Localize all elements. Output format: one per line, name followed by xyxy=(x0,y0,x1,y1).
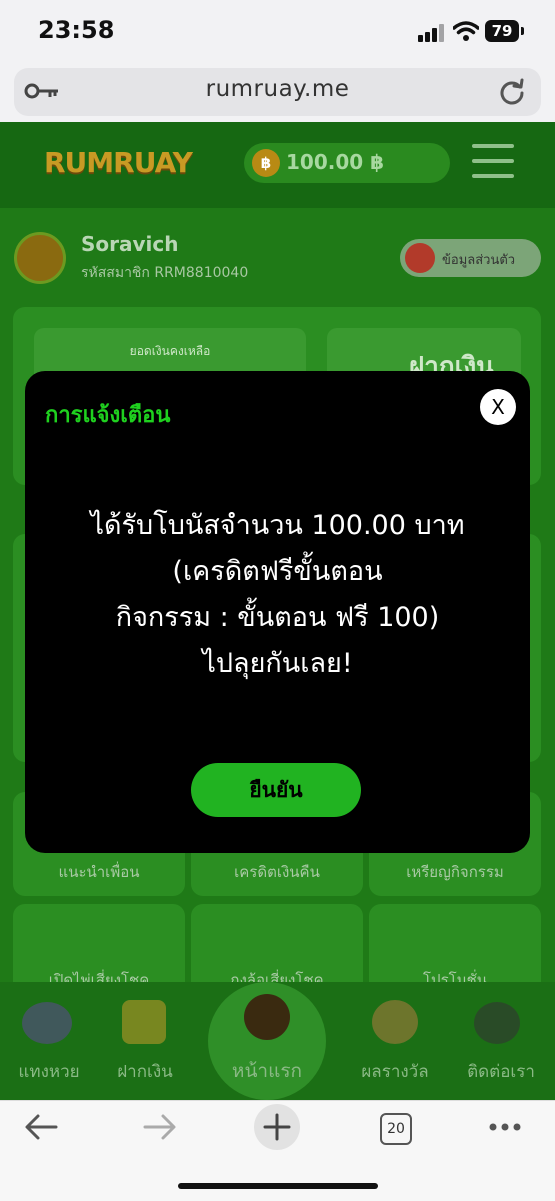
url-text[interactable]: rumruay.me xyxy=(0,76,555,102)
grid-label-coins: เหรียญกิจกรรม xyxy=(406,863,504,881)
trophy-icon xyxy=(372,1000,418,1044)
plus-icon xyxy=(263,1113,291,1141)
user-icon xyxy=(405,243,435,273)
more-options-icon[interactable] xyxy=(488,1122,522,1132)
nav-results[interactable]: ผลรางวัล xyxy=(340,1058,450,1085)
modal-title: การแจ้งเตือน xyxy=(45,403,171,428)
message-line: ไปลุยกันเลย! xyxy=(202,648,353,679)
hamburger-menu-icon[interactable] xyxy=(472,144,514,180)
message-line: (เครดิตฟรีขั้นตอน xyxy=(172,556,383,587)
message-line: ได้รับโบนัสจำนวน 100.00 บาท xyxy=(90,510,465,541)
modal-message: ได้รับโบนัสจำนวน 100.00 บาท (เครดิตฟรีขั… xyxy=(30,503,525,687)
deposit-nav-icon xyxy=(122,1000,166,1044)
wifi-icon xyxy=(453,21,479,41)
back-arrow-icon[interactable] xyxy=(24,1113,58,1141)
cellular-signal-icon xyxy=(418,24,446,42)
new-tab-button[interactable] xyxy=(254,1104,300,1150)
lottery-icon xyxy=(22,1002,72,1044)
status-time: 23:58 xyxy=(38,16,115,44)
site-logo[interactable]: RUMRUAY xyxy=(44,146,193,179)
message-line: กิจกรรม : ขั้นตอน ฟรี 100) xyxy=(115,602,440,633)
home-icon xyxy=(244,994,290,1040)
avatar xyxy=(14,232,66,284)
grid-label-referral: แนะนำเพื่อน xyxy=(58,863,140,881)
header-balance: 100.00 ฿ xyxy=(286,150,385,174)
grid-label-cashback: เครดิตเงินคืน xyxy=(234,863,320,881)
coin-icon: ฿ xyxy=(252,149,280,177)
nav-deposit[interactable]: ฝากเงิน xyxy=(90,1058,200,1085)
user-name: Soravich xyxy=(81,232,179,256)
home-indicator xyxy=(178,1183,378,1189)
support-icon xyxy=(474,1002,520,1044)
nav-contact[interactable]: ติดต่อเรา xyxy=(446,1058,555,1085)
balance-card-label: ยอดเงินคงเหลือ xyxy=(129,344,211,358)
reload-icon[interactable] xyxy=(498,78,526,106)
forward-arrow-icon[interactable] xyxy=(143,1113,177,1141)
battery-icon: 79 xyxy=(485,20,519,42)
nav-lottery[interactable]: แทงหวย xyxy=(0,1058,104,1085)
member-id: รหัสสมาชิก RRM8810040 xyxy=(81,265,249,281)
tab-switcher[interactable]: 20 xyxy=(380,1113,412,1145)
nav-home[interactable]: หน้าแรก xyxy=(212,1056,322,1086)
battery-cap xyxy=(521,27,524,35)
profile-button-label: ข้อมูลส่วนตัว xyxy=(442,253,516,268)
confirm-button[interactable]: ยืนยัน xyxy=(191,763,361,817)
close-button[interactable]: X xyxy=(480,389,516,425)
